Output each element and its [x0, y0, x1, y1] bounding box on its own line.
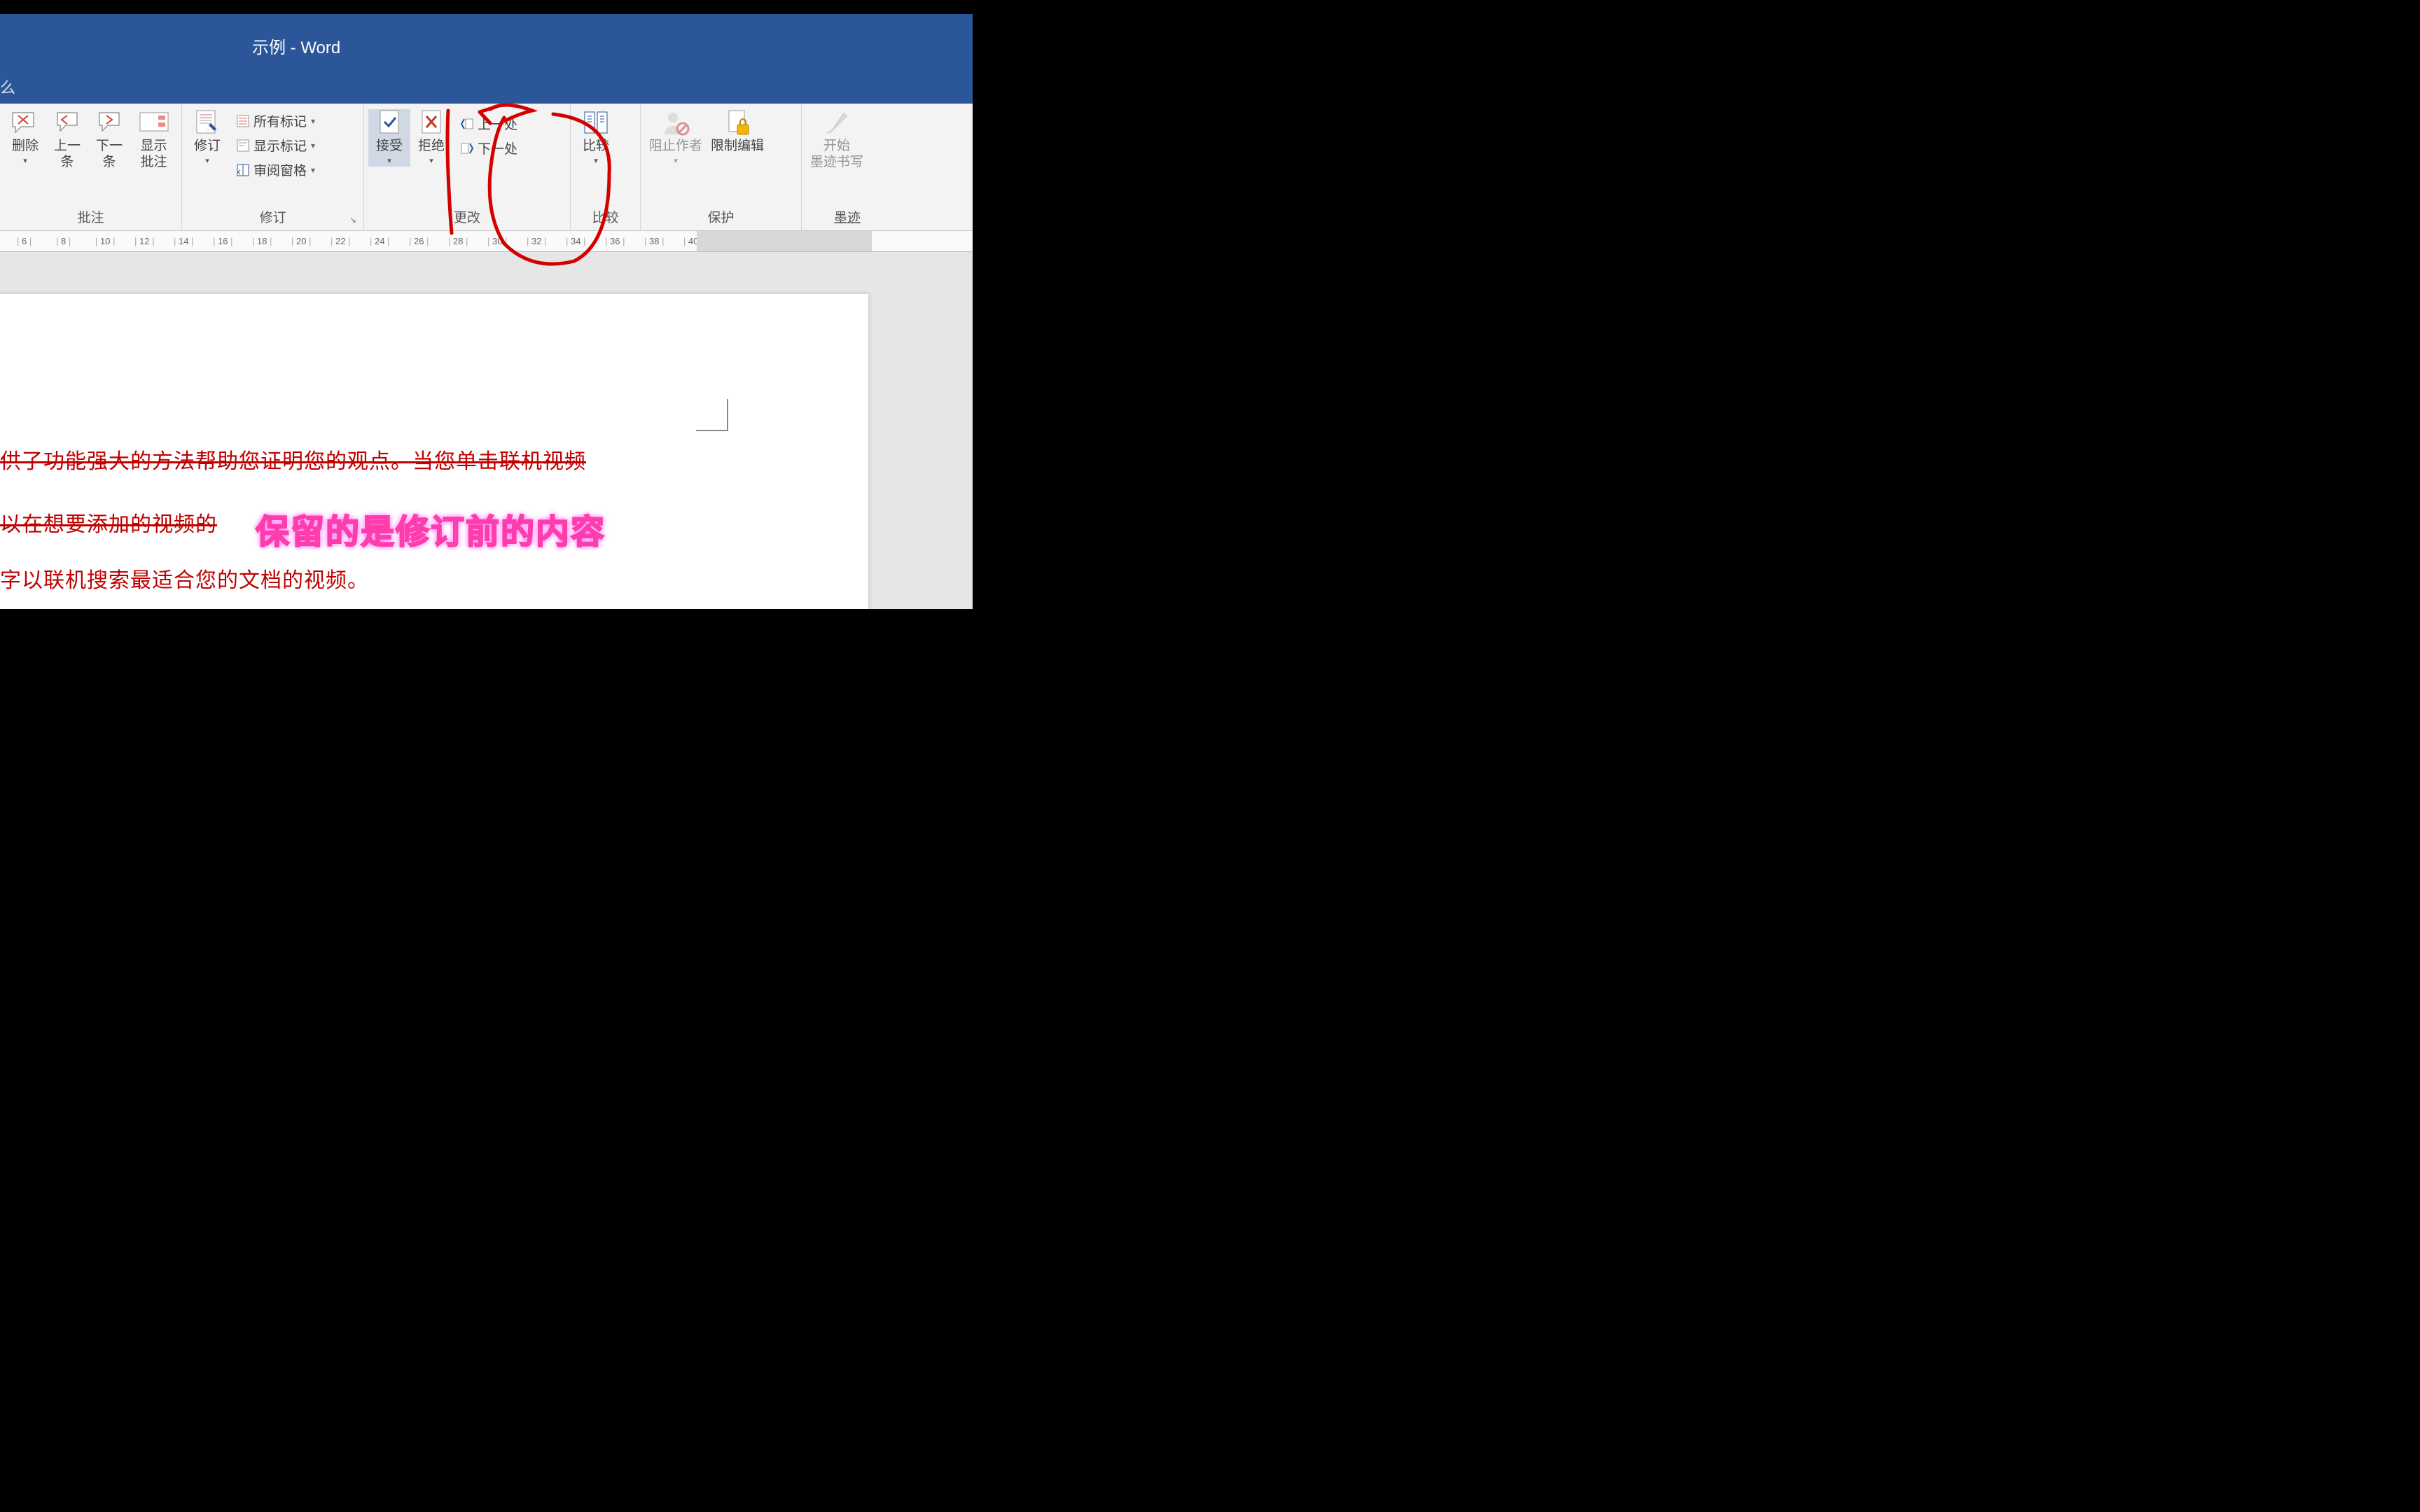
margin-corner-mark: [696, 399, 728, 431]
ruler-margin-shade: [697, 231, 872, 251]
compare-button[interactable]: 比较 ▾: [575, 109, 617, 167]
compare-icon: [580, 111, 611, 136]
ruler-tick: 32: [522, 236, 562, 246]
track-changes-icon: [192, 111, 223, 136]
start-inking-button: 开始 墨迹书写: [806, 109, 868, 172]
group-changes: 接受 ▾ 拒绝 ▾ 上一处: [364, 104, 571, 230]
prev-comment-icon: [52, 111, 83, 136]
group-ink-label: 墨迹: [806, 203, 889, 230]
next-change-button[interactable]: 下一处: [455, 136, 522, 160]
window-title: 示例 - Word: [252, 34, 340, 58]
group-tracking-label: 修订: [186, 203, 359, 230]
group-changes-label: 更改: [368, 203, 566, 230]
ruler-tick: 36: [601, 236, 640, 246]
reviewing-pane-dropdown[interactable]: 审阅窗格 ▾: [231, 158, 319, 181]
group-comments: 删除 ▾ 上一条 下一条: [0, 104, 182, 230]
video-caption-overlay: 保留的是修订前的内容: [256, 504, 606, 553]
ruler-tick: 18: [248, 236, 287, 246]
dropdown-arrow-icon: ▾: [311, 165, 315, 175]
ruler-tick: 26: [405, 236, 444, 246]
accept-icon: [374, 111, 405, 136]
group-compare-label: 比较: [575, 203, 636, 230]
ruler-tick: 22: [326, 236, 366, 246]
app-window: 示例 - Word 么 删除 ▾ 上一条: [0, 14, 973, 608]
doc-line-3[interactable]: 字以联机搜索最适合您的文档的视频。: [0, 560, 700, 602]
ribbon: 删除 ▾ 上一条 下一条: [0, 104, 973, 231]
ruler-tick: 30: [483, 236, 522, 246]
block-authors-button: 阻止作者 ▾: [645, 109, 707, 167]
block-authors-icon: [660, 111, 691, 136]
group-protect-label: 保护: [645, 203, 797, 230]
group-protect: 阻止作者 ▾ 限制编辑 保护: [641, 104, 802, 230]
ruler-tick: 14: [169, 236, 209, 246]
next-change-icon: [459, 141, 475, 156]
ruler-tick: 12: [130, 236, 169, 246]
prev-change-icon: [459, 116, 475, 132]
document-area[interactable]: 供了功能强大的方法帮助您证明您的观点。当您单击联机视频 以在想要添加的视频的 字…: [0, 252, 973, 609]
title-bar: 示例 - Word 么: [0, 14, 973, 104]
next-comment-button[interactable]: 下一条: [88, 109, 130, 172]
dropdown-arrow-icon: ▾: [311, 141, 315, 150]
ribbon-tab-partial[interactable]: 么: [0, 76, 15, 98]
reject-icon: [416, 111, 447, 136]
show-comments-button[interactable]: 显示批注: [130, 109, 177, 172]
group-ink: 开始 墨迹书写 墨迹: [802, 104, 893, 230]
dropdown-arrow-icon: ▾: [311, 116, 315, 126]
prev-change-button[interactable]: 上一处: [455, 112, 522, 135]
ruler-tick: 10: [91, 236, 130, 246]
ruler-tick: 6: [13, 236, 52, 246]
ruler-tick: 34: [562, 236, 601, 246]
show-markup-icon: [235, 138, 251, 153]
reject-button[interactable]: 拒绝 ▾: [410, 109, 452, 167]
ruler-tick: 16: [209, 236, 248, 246]
horizontal-ruler[interactable]: 6810121416182022242628303234363840424446…: [0, 231, 973, 252]
tracking-dialog-launcher[interactable]: ↘: [349, 215, 361, 226]
group-comments-label: 批注: [4, 203, 177, 230]
show-comments-icon: [139, 111, 169, 136]
page[interactable]: 供了功能强大的方法帮助您证明您的观点。当您单击联机视频 以在想要添加的视频的 字…: [0, 294, 868, 609]
markup-icon: [235, 113, 251, 129]
doc-line-1[interactable]: 供了功能强大的方法帮助您证明您的观点。当您单击联机视频: [0, 441, 700, 483]
prev-comment-button[interactable]: 上一条: [46, 109, 88, 172]
display-for-review-dropdown[interactable]: 所有标记 ▾: [231, 109, 319, 132]
ruler-tick: 8: [52, 236, 91, 246]
ruler-tick: 38: [640, 236, 679, 246]
restrict-editing-icon: [722, 111, 753, 136]
ruler-tick: 20: [287, 236, 326, 246]
group-tracking: 修订 ▾ 所有标记 ▾ 显示标记: [182, 104, 364, 230]
show-markup-dropdown[interactable]: 显示标记 ▾: [231, 134, 319, 157]
reviewing-pane-icon: [235, 162, 251, 178]
accept-button[interactable]: 接受 ▾: [368, 109, 410, 167]
track-changes-button[interactable]: 修订 ▾: [186, 109, 228, 167]
delete-comment-icon: [10, 111, 41, 136]
ink-icon: [821, 111, 852, 136]
ruler-tick: 28: [444, 236, 483, 246]
restrict-editing-button[interactable]: 限制编辑: [707, 109, 768, 156]
group-compare: 比较 ▾ 比较: [571, 104, 641, 230]
delete-comment-button[interactable]: 删除 ▾: [4, 109, 46, 167]
ruler-tick: 24: [366, 236, 405, 246]
next-comment-icon: [94, 111, 125, 136]
